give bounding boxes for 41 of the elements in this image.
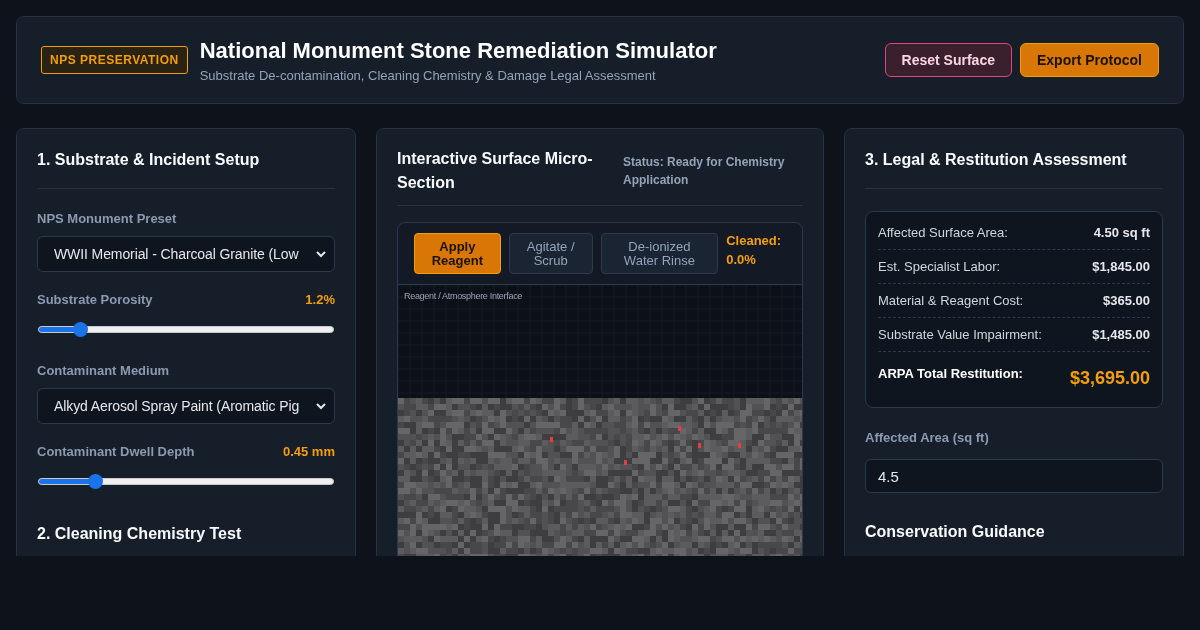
chevron-down-icon [316,250,326,258]
summary-label: Substrate Value Impairment: [878,327,1042,342]
field-label: Affected Area (sq ft) [865,430,990,445]
summary-label: Affected Surface Area: [878,225,1008,240]
tool-tab[interactable]: Apply Reagent [414,233,501,274]
area-input[interactable]: 4.5 [865,459,1163,493]
app-subtitle: Substrate De-contamination, Cleaning Chemistry & Damage Legal Assessment [199,67,657,83]
slider-reading: 1.2% [305,292,335,307]
dropdown[interactable]: Alkyd Aerosol Spray Paint (Aromatic Pig [37,388,335,424]
app-title: National Monument Stone Remediation Simulator [199,37,717,64]
summary-value: $365.00 [1103,293,1150,308]
summary-value: $1,485.00 [1092,327,1150,342]
tool-tab[interactable]: De-ionized Water Rinse [600,233,719,274]
total-value: $3,695.00 [1069,368,1150,389]
section-title: 2. Cleaning Chemistry Test [37,525,243,543]
export-button[interactable]: Export Protocol [1020,43,1159,77]
field-label: Substrate Porosity [37,292,153,307]
summary-label: Material & Reagent Cost: [878,293,1024,308]
panel-title: 1. Substrate & Incident Setup [37,151,261,169]
total-label: ARPA Total Restitution: [878,366,1023,381]
cleaned-readout: Cleaned: 0.0% [726,232,783,269]
field-label: Contaminant Dwell Depth [37,444,195,459]
status-text: Status: Ready for Chemistry Application [623,154,786,189]
panel-title: 3. Legal & Restitution Assessment [865,151,1128,169]
section-title: Conservation Guidance [865,523,1046,541]
brand-badge: NPS PRESERVATION [41,46,188,74]
reset-button[interactable]: Reset Surface [884,43,1012,77]
slider-thumb[interactable] [73,322,89,337]
stone-section-drawing[interactable] [398,285,802,556]
field-label: Contaminant Medium [37,363,171,378]
slider-thumb[interactable] [87,474,103,489]
summary-label: Est. Specialist Labor: [878,259,1001,274]
summary-value: 4.50 sq ft [1093,225,1150,240]
tool-tab[interactable]: Agitate / Scrub [508,233,593,274]
slider-reading: 0.45 mm [282,444,335,459]
field-label: NPS Monument Preset [37,211,178,226]
summary-value: $1,845.00 [1092,259,1150,274]
chevron-down-icon [316,402,326,410]
panel-title: Interactive Surface Micro-Section [397,149,594,193]
dropdown[interactable]: WWII Memorial - Charcoal Granite (Low [37,236,335,272]
interface-label: Reagent / Atmosphere Interface [404,291,523,301]
